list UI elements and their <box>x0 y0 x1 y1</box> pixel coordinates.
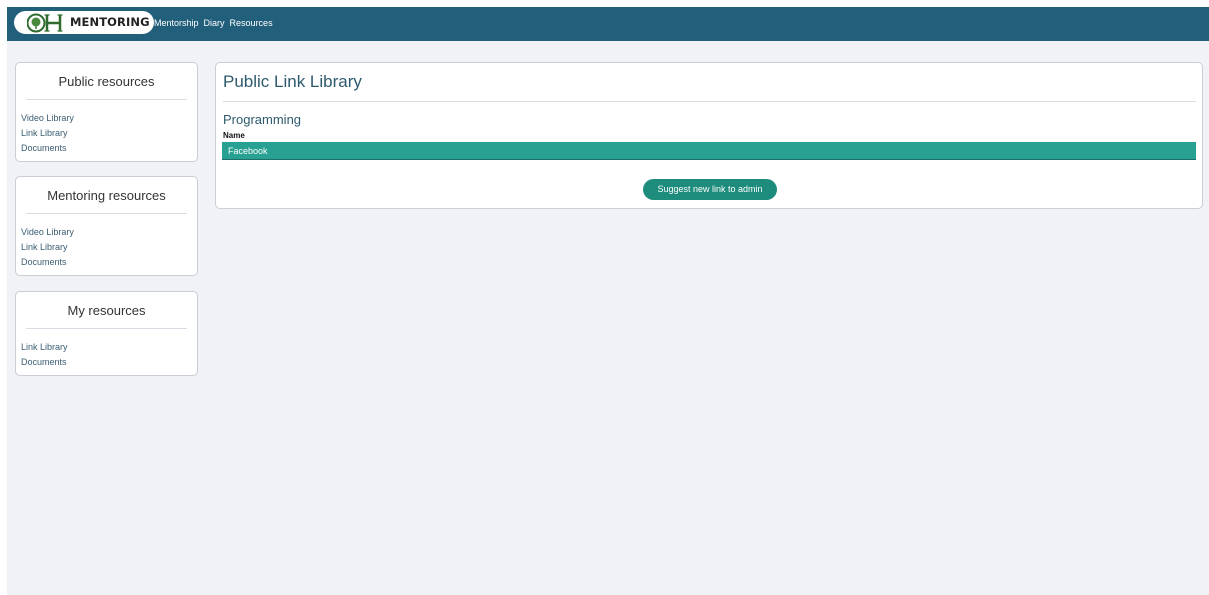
card-title: My resources <box>67 303 146 318</box>
link-library-link[interactable]: Link Library <box>21 126 74 141</box>
video-library-link[interactable]: Video Library <box>21 111 74 126</box>
resource-links: Video Library Link Library Documents <box>21 111 74 156</box>
divider <box>26 213 187 214</box>
category-title: Programming <box>223 112 302 127</box>
divider <box>26 99 187 100</box>
card-title: Public resources <box>58 74 155 89</box>
nav-link-mentorship[interactable]: Mentorship <box>154 18 199 28</box>
resource-links: Link Library Documents <box>21 340 68 370</box>
video-library-link[interactable]: Video Library <box>21 225 74 240</box>
column-header-name: Name <box>223 131 245 140</box>
brand-logo[interactable]: MENTORING <box>14 11 154 34</box>
my-resources-card: My resources Link Library Documents <box>15 291 198 376</box>
public-resources-card: Public resources Video Library Link Libr… <box>15 62 198 162</box>
mentoring-resources-card: Mentoring resources Video Library Link L… <box>15 176 198 276</box>
card-title: Mentoring resources <box>47 188 166 203</box>
link-library-link[interactable]: Link Library <box>21 240 74 255</box>
documents-link[interactable]: Documents <box>21 141 74 156</box>
page-title: Public Link Library <box>223 72 362 91</box>
app-frame: MENTORING Mentorship Diary Resources Pub… <box>7 7 1209 595</box>
link-library-panel: Public Link Library Programming Name Fac… <box>215 62 1203 209</box>
nav-link-diary[interactable]: Diary <box>204 18 225 28</box>
documents-link[interactable]: Documents <box>21 255 74 270</box>
link-name[interactable]: Facebook <box>228 146 268 156</box>
table-row[interactable]: Facebook <box>222 142 1196 160</box>
resource-links: Video Library Link Library Documents <box>21 225 74 270</box>
logo-text: MENTORING <box>70 15 150 29</box>
documents-link[interactable]: Documents <box>21 355 68 370</box>
oh-logo-icon <box>27 13 63 33</box>
nav-links: Mentorship Diary Resources <box>154 18 278 28</box>
nav-link-resources[interactable]: Resources <box>230 18 273 28</box>
link-library-link[interactable]: Link Library <box>21 340 68 355</box>
divider <box>223 101 1196 102</box>
suggest-link-button[interactable]: Suggest new link to admin <box>643 179 777 200</box>
divider <box>26 328 187 329</box>
top-navbar: MENTORING Mentorship Diary Resources <box>7 7 1209 41</box>
